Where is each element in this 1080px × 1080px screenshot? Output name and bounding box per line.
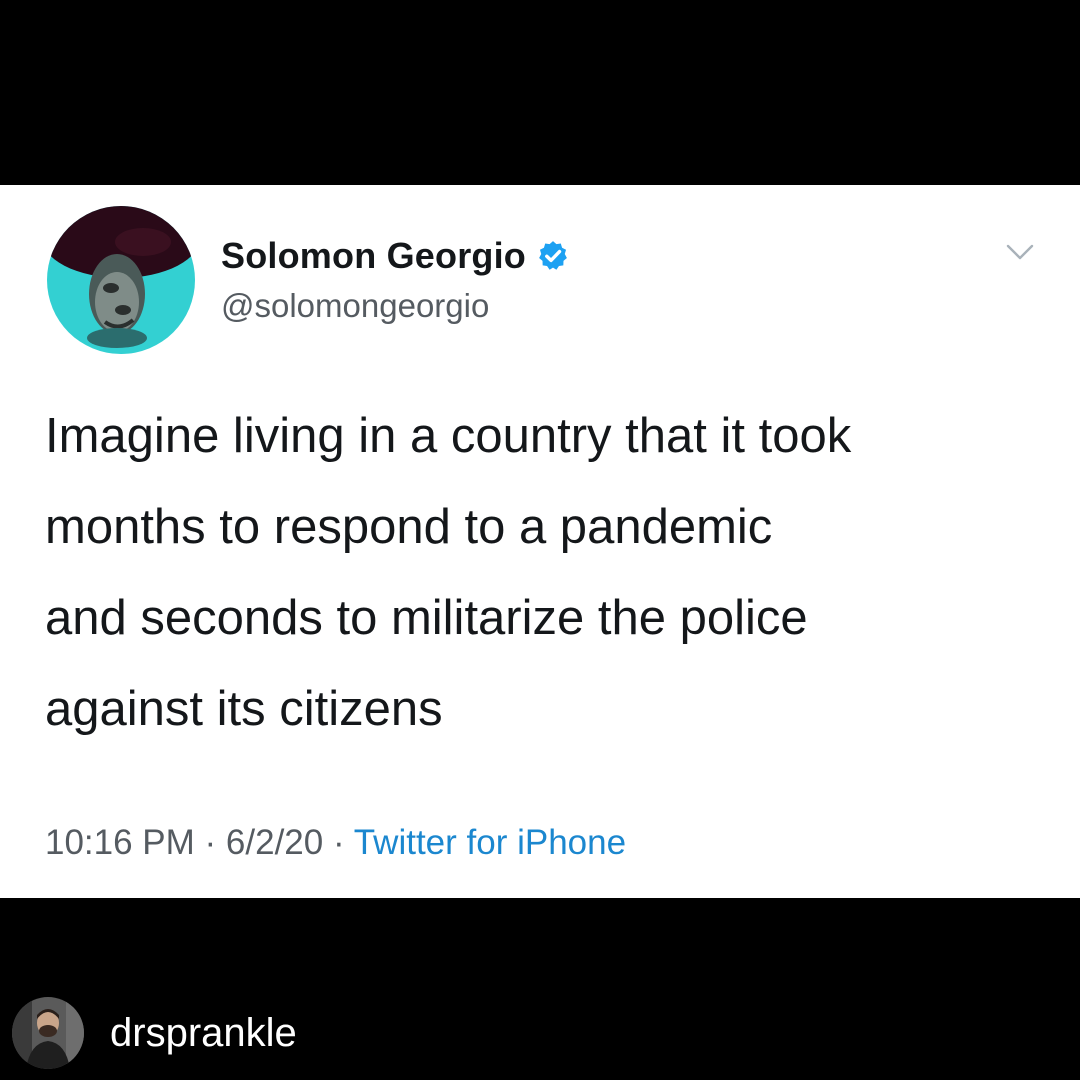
author-name[interactable]: Solomon Georgio <box>221 235 526 277</box>
repost-credit: drsprankle <box>12 997 297 1069</box>
meta-separator: · <box>323 823 354 862</box>
author-avatar[interactable] <box>47 206 195 354</box>
chevron-down-icon[interactable] <box>1005 243 1035 263</box>
meta-separator: · <box>194 823 226 862</box>
tweet-source-link[interactable]: Twitter for iPhone <box>354 823 626 862</box>
reposter-avatar[interactable] <box>12 997 84 1069</box>
author-handle[interactable]: @solomongeorgio <box>221 287 489 325</box>
reposter-username[interactable]: drsprankle <box>110 1011 297 1056</box>
tweet-card: Solomon Georgio @solomongeorgio Imagine … <box>0 185 1080 898</box>
tweet-text: Imagine living in a country that it took… <box>45 409 852 736</box>
author-name-row: Solomon Georgio <box>221 235 570 277</box>
repost-frame: Solomon Georgio @solomongeorgio Imagine … <box>0 0 1080 1080</box>
tweet-date[interactable]: 6/2/20 <box>226 823 323 862</box>
tweet-meta: 10:16 PM · 6/2/20 · Twitter for iPhone <box>45 823 626 863</box>
tweet-time[interactable]: 10:16 PM <box>45 823 195 862</box>
verified-badge-icon <box>536 239 570 273</box>
